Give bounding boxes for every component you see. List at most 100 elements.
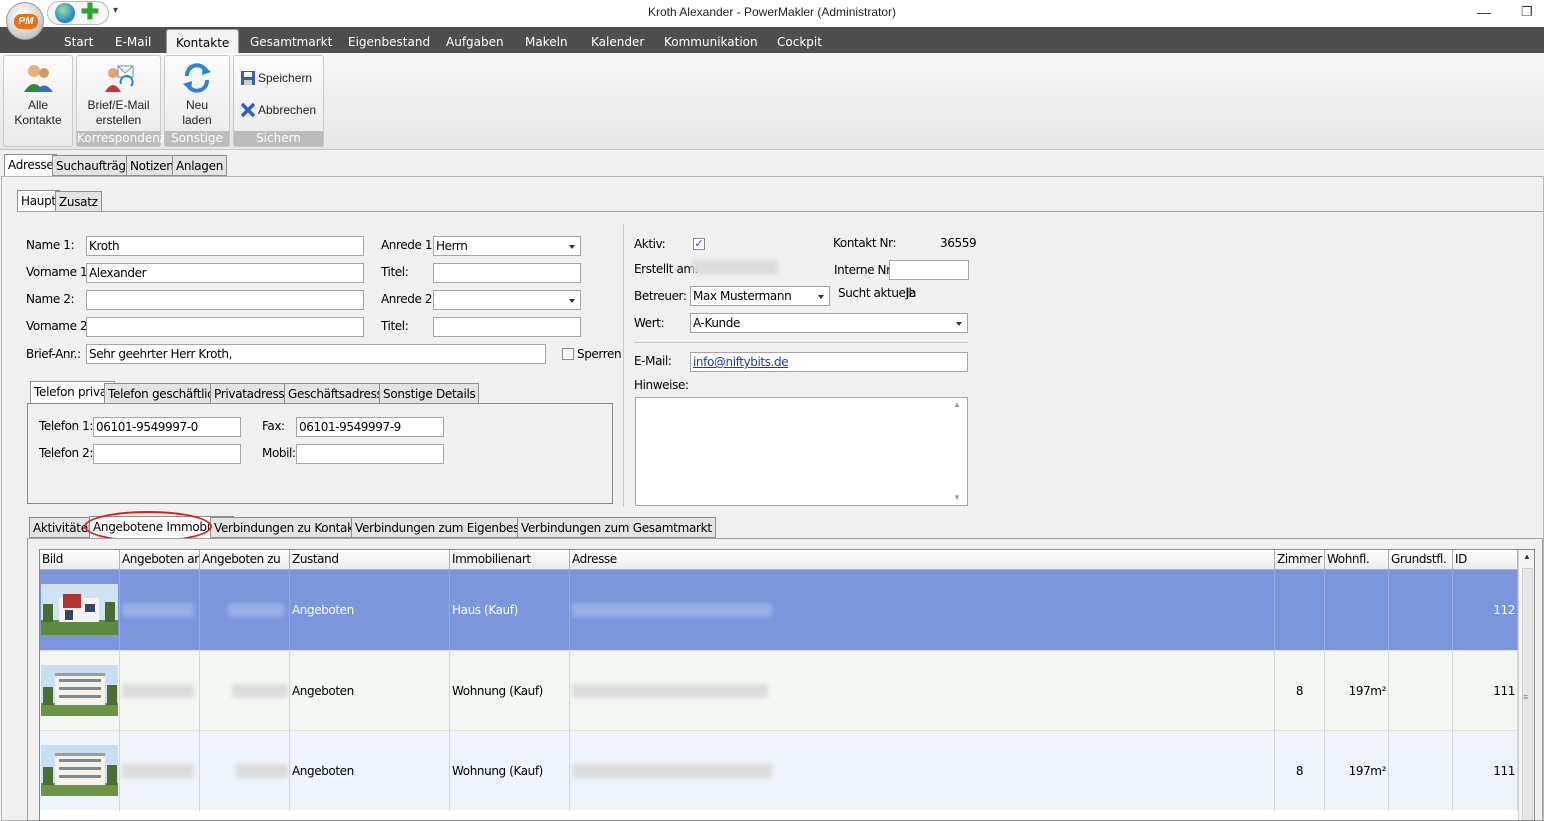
ribbon-group-sonstige: Neu laden Sonstige bbox=[164, 55, 230, 147]
col-header-angeboten-am[interactable]: Angeboten am bbox=[120, 550, 200, 570]
cell-angeboten-am bbox=[120, 651, 200, 731]
name1-field[interactable]: Kroth bbox=[86, 236, 364, 256]
tab-start[interactable]: Start bbox=[64, 35, 93, 49]
tab-notizen[interactable]: Notizen bbox=[126, 155, 178, 176]
cell-adresse bbox=[570, 651, 1275, 731]
tab-kalender[interactable]: Kalender bbox=[591, 35, 644, 49]
telefon1-field[interactable]: 06101-9549997-0 bbox=[93, 417, 241, 437]
table-row[interactable]: Angeboten Wohnung (Kauf) 8 197m² 111 bbox=[40, 730, 1518, 811]
anrede1-select[interactable]: Herrn bbox=[433, 236, 581, 256]
name2-field[interactable] bbox=[86, 290, 364, 310]
table-row[interactable]: Angeboten Wohnung (Kauf) 8 197m² 111 bbox=[40, 650, 1518, 731]
tab-email[interactable]: E-Mail bbox=[115, 35, 151, 49]
col-header-zimmer[interactable]: Zimmer bbox=[1275, 550, 1325, 570]
tab-zusatz[interactable]: Zusatz bbox=[55, 191, 102, 212]
brief-email-button[interactable]: Brief/E-Mail erstellen bbox=[77, 62, 160, 128]
tab-suchauftraege[interactable]: Suchaufträge bbox=[52, 155, 137, 176]
titel1-field[interactable] bbox=[433, 263, 581, 283]
tab-geschaeftsadresse[interactable]: Geschäftsadresse bbox=[284, 383, 394, 404]
cell-angeboten-am bbox=[120, 731, 200, 811]
tab-verbindungen-gesamtmarkt[interactable]: Verbindungen zum Gesamtmarkt bbox=[517, 517, 716, 538]
col-header-bild[interactable]: Bild bbox=[40, 550, 120, 570]
anrede1-label: Anrede 1: bbox=[381, 238, 436, 252]
titel2-field[interactable] bbox=[433, 317, 581, 337]
tab-anlagen[interactable]: Anlagen bbox=[172, 155, 228, 176]
col-header-id[interactable]: ID bbox=[1453, 550, 1518, 570]
vorname1-field[interactable]: Alexander bbox=[86, 263, 364, 283]
neu-label-1: Neu bbox=[185, 98, 208, 112]
letter-email-icon bbox=[103, 62, 135, 94]
tab-cockpit[interactable]: Cockpit bbox=[777, 35, 822, 49]
tab-privatadresse[interactable]: Privatadresse bbox=[210, 383, 296, 404]
fax-field[interactable]: 06101-9549997-9 bbox=[296, 417, 444, 437]
scroll-down-icon[interactable]: ▼ bbox=[953, 493, 961, 502]
hinweise-textarea[interactable] bbox=[635, 397, 968, 506]
col-header-grundstfl[interactable]: Grundstfl. bbox=[1389, 550, 1453, 570]
grid-scrollbar[interactable]: ▲ ≡ bbox=[1518, 550, 1534, 820]
tab-haupt[interactable]: Haupt bbox=[17, 190, 60, 212]
col-header-zustand[interactable]: Zustand bbox=[290, 550, 450, 570]
anrede2-select[interactable] bbox=[433, 290, 581, 310]
col-header-adresse[interactable]: Adresse bbox=[570, 550, 1275, 570]
cell-angeboten-zu bbox=[200, 651, 290, 731]
col-header-wohnfl[interactable]: Wohnfl. bbox=[1325, 550, 1389, 570]
wert-select[interactable]: A-Kunde bbox=[690, 313, 968, 333]
betreuer-select[interactable]: Max Mustermann bbox=[690, 286, 830, 306]
mobil-label: Mobil: bbox=[262, 446, 296, 460]
add-icon[interactable]: ✚ bbox=[80, 1, 100, 23]
tab-telefon-privat[interactable]: Telefon privat bbox=[30, 381, 116, 405]
aktiv-checkbox[interactable]: ✓ bbox=[693, 238, 705, 250]
interne-nr-field[interactable] bbox=[889, 260, 969, 280]
cell-immobilienart: Haus (Kauf) bbox=[450, 570, 570, 650]
cell-zustand: Angeboten bbox=[290, 731, 450, 811]
speichern-label: Speichern bbox=[258, 71, 313, 85]
col-header-immobilienart[interactable]: Immobilienart bbox=[450, 550, 570, 570]
tab-telefon-geschaeftlich[interactable]: Telefon geschäftlich bbox=[104, 383, 225, 404]
email-label: E-Mail: bbox=[634, 354, 672, 368]
abbrechen-label: Abbrechen bbox=[258, 103, 317, 117]
sucht-value: Ja bbox=[906, 286, 917, 300]
titel2-label: Titel: bbox=[381, 319, 409, 333]
tab-eigenbestand[interactable]: Eigenbestand bbox=[348, 35, 430, 49]
cell-wohnfl: 197m² bbox=[1325, 731, 1389, 811]
neu-laden-button[interactable]: Neu laden bbox=[165, 62, 229, 128]
minimize-icon[interactable]: — bbox=[1477, 4, 1491, 20]
mobil-field[interactable] bbox=[296, 444, 444, 464]
table-row[interactable]: Angeboten Haus (Kauf) 112 bbox=[40, 570, 1518, 650]
sperren-checkbox[interactable] bbox=[562, 348, 574, 360]
group-label-korrespondenz: Korrespondenz bbox=[77, 131, 167, 146]
scroll-up-icon[interactable]: ▲ bbox=[953, 400, 961, 409]
cell-bild bbox=[40, 570, 120, 650]
col-header-angeboten-zu[interactable]: Angeboten zu bbox=[200, 550, 290, 570]
vorname2-label: Vorname 2: bbox=[26, 319, 91, 333]
vorname2-field[interactable] bbox=[86, 317, 364, 337]
cell-immobilienart: Wohnung (Kauf) bbox=[450, 731, 570, 811]
tab-gesamtmarkt[interactable]: Gesamtmarkt bbox=[250, 35, 332, 49]
restore-icon[interactable]: ❐ bbox=[1521, 4, 1533, 20]
tab-makeln[interactable]: Makeln bbox=[525, 35, 568, 49]
cell-angeboten-zu bbox=[200, 731, 290, 811]
telefon2-field[interactable] bbox=[93, 444, 241, 464]
scroll-up-icon[interactable]: ▲ bbox=[1523, 552, 1531, 561]
customize-toolbar-icon[interactable]: ▾ bbox=[113, 5, 118, 16]
cell-angeboten-zu bbox=[200, 570, 290, 650]
globe-icon[interactable] bbox=[55, 3, 75, 23]
tab-kontakte[interactable]: Kontakte bbox=[166, 29, 240, 53]
email-field[interactable]: info@niftybits.de bbox=[690, 352, 968, 372]
brief-anrede-field[interactable]: Sehr geehrter Herr Kroth, bbox=[86, 344, 546, 364]
cell-id: 111 bbox=[1453, 731, 1518, 811]
neu-label-2: laden bbox=[182, 113, 212, 127]
speichern-button[interactable]: Speichern bbox=[240, 70, 312, 86]
tab-aufgaben[interactable]: Aufgaben bbox=[446, 35, 504, 49]
app-orb-button[interactable]: PM bbox=[6, 2, 44, 40]
alle-kontakte-button[interactable]: Alle Kontakte bbox=[4, 62, 72, 128]
ribbon-group-sichern: Speichern Abbrechen Sichern bbox=[233, 55, 324, 147]
telefon2-label: Telefon 2: bbox=[39, 446, 94, 460]
tab-kommunikation[interactable]: Kommunikation bbox=[664, 35, 758, 49]
abbrechen-button[interactable]: Abbrechen bbox=[240, 102, 316, 118]
cell-grundstfl bbox=[1389, 731, 1453, 811]
immobilien-grid: Bild Angeboten am Angeboten zu Zustand I… bbox=[39, 549, 1535, 821]
tab-sonstige-details[interactable]: Sonstige Details bbox=[379, 383, 480, 404]
tab-adresse[interactable]: Adresse bbox=[4, 154, 58, 177]
grip-icon: ≡ bbox=[1523, 692, 1529, 702]
